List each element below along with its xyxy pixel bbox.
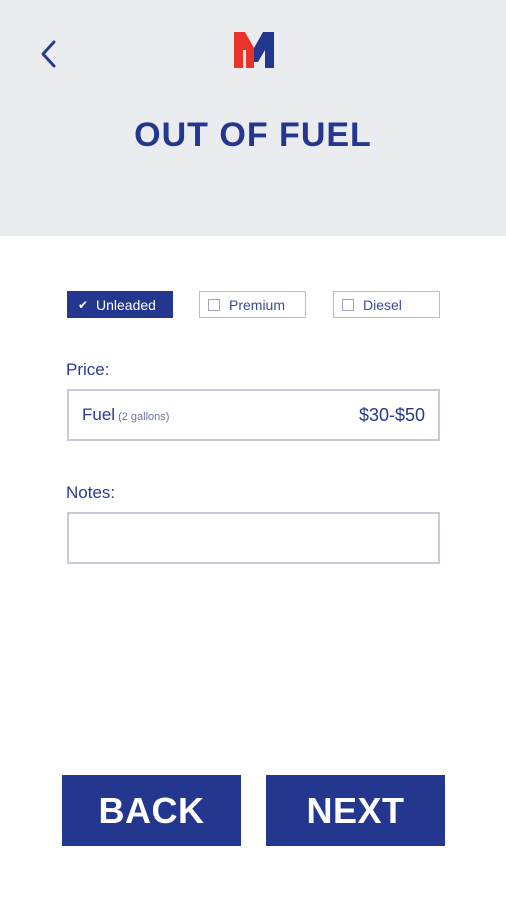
price-item: Fuel (2 gallons) [82,405,169,425]
fuel-option-label: Unleaded [96,296,156,313]
price-item-detail: (2 gallons) [118,411,170,423]
page-title: OUT OF FUEL [134,116,372,154]
back-arrow-icon[interactable] [34,34,64,74]
brand-logo [232,30,276,70]
next-button[interactable]: NEXT [266,775,445,846]
checkbox-icon [342,298,354,311]
price-field: Fuel (2 gallons) $30-$50 [67,389,440,441]
checkmark-icon: ✔ [77,297,89,312]
fuel-option-diesel[interactable]: Diesel [333,291,440,318]
fuel-option-label: Premium [229,296,286,313]
price-label: Price: [66,360,110,379]
notes-input[interactable] [67,512,440,564]
fuel-option-unleaded[interactable]: ✔ Unleaded [67,291,173,318]
price-item-name: Fuel [82,405,116,424]
fuel-option-premium[interactable]: Premium [199,291,306,318]
price-value: $30-$50 [358,404,425,425]
header: OUT OF FUEL [0,0,506,236]
fuel-option-label: Diesel [363,296,402,313]
checkbox-icon [208,298,220,311]
back-button[interactable]: BACK [62,775,241,846]
notes-label: Notes: [66,483,116,502]
